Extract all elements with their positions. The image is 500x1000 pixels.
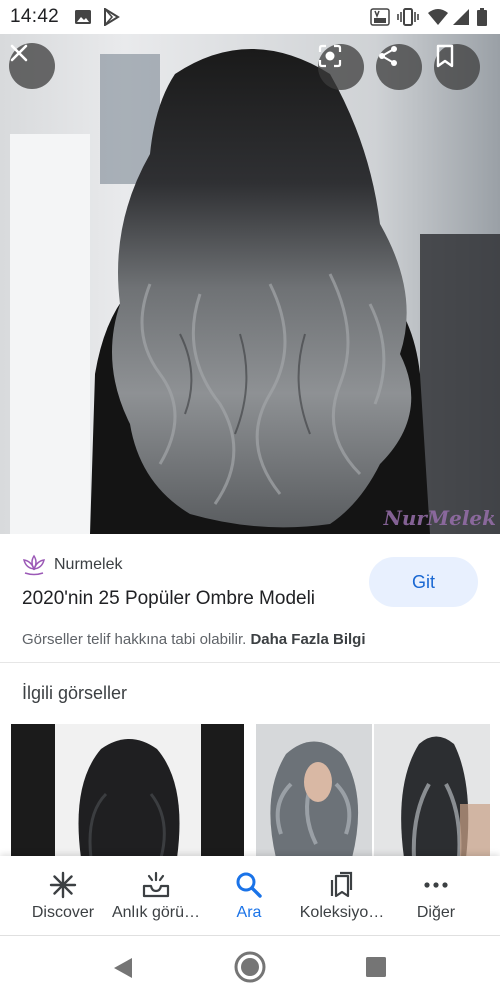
share-icon	[379, 46, 397, 66]
related-image-3[interactable]	[374, 724, 490, 858]
nav-label-search: Ara	[236, 904, 262, 921]
close-icon	[10, 44, 28, 62]
nav-item-updates[interactable]: Anlık görü…	[106, 856, 206, 935]
more-dots-icon	[424, 882, 448, 888]
status-time: 14:42	[10, 6, 60, 27]
bottom-nav: Discover Anlık görü… Ara Koleksiyo… Diğe…	[0, 856, 500, 935]
nav-item-discover[interactable]: Discover	[13, 856, 113, 935]
nav-label-discover: Discover	[31, 904, 95, 921]
close-button[interactable]	[9, 43, 55, 89]
related-image-2-photo	[256, 724, 372, 858]
watermark: NurMelek	[383, 506, 496, 530]
hair-photo	[0, 34, 500, 534]
home-icon[interactable]	[233, 950, 267, 984]
vibrate-icon	[397, 8, 419, 26]
search-icon	[236, 872, 262, 898]
updates-tray-icon	[142, 871, 170, 898]
asterisk-icon	[49, 871, 77, 899]
source-name: Nurmelek	[54, 556, 123, 573]
related-image-1[interactable]	[11, 724, 244, 858]
volte-icon	[370, 8, 390, 26]
bookmark-button[interactable]	[434, 44, 480, 90]
nav-item-search[interactable]: Ara	[199, 856, 299, 935]
nav-label-more: Diğer	[416, 904, 456, 921]
play-store-icon	[104, 8, 120, 26]
nav-item-collections[interactable]: Koleksiyo…	[292, 856, 392, 935]
divider	[0, 662, 500, 663]
nav-label-updates: Anlık görü…	[111, 904, 201, 921]
recents-icon[interactable]	[365, 956, 387, 978]
lotus-logo-icon	[23, 554, 45, 576]
photo-icon	[75, 10, 91, 24]
lens-icon	[318, 44, 342, 68]
signal-icon	[453, 9, 469, 25]
battery-icon	[477, 8, 487, 26]
back-icon[interactable]	[111, 956, 135, 980]
nav-label-collections: Koleksiyo…	[299, 904, 385, 921]
wifi-icon	[428, 9, 448, 25]
copyright-text: Görseller telif hakkına tabi olabilir.	[22, 631, 247, 648]
more-info-link[interactable]: Daha Fazla Bilgi	[250, 631, 365, 648]
related-image-1-photo	[11, 724, 244, 858]
system-nav-bar	[0, 936, 500, 1000]
visit-button[interactable]: Git	[369, 557, 478, 607]
source-row[interactable]: Nurmelek	[22, 552, 122, 578]
hero-image[interactable]: NurMelek	[0, 34, 500, 534]
status-bar: 14:42	[0, 0, 500, 34]
collections-icon	[330, 871, 353, 898]
bookmark-icon	[436, 44, 454, 68]
result-title[interactable]: 2020'nin 25 Popüler Ombre Modeli	[22, 588, 315, 610]
related-heading: İlgili görseller	[22, 683, 128, 703]
nav-item-more[interactable]: Diğer	[386, 856, 486, 935]
related-image-2[interactable]	[256, 724, 372, 858]
copyright-notice: Görseller telif hakkına tabi olabilir. D…	[22, 631, 365, 648]
share-button[interactable]	[376, 44, 422, 90]
related-image-3-photo	[374, 724, 490, 858]
lens-button[interactable]	[318, 44, 364, 90]
